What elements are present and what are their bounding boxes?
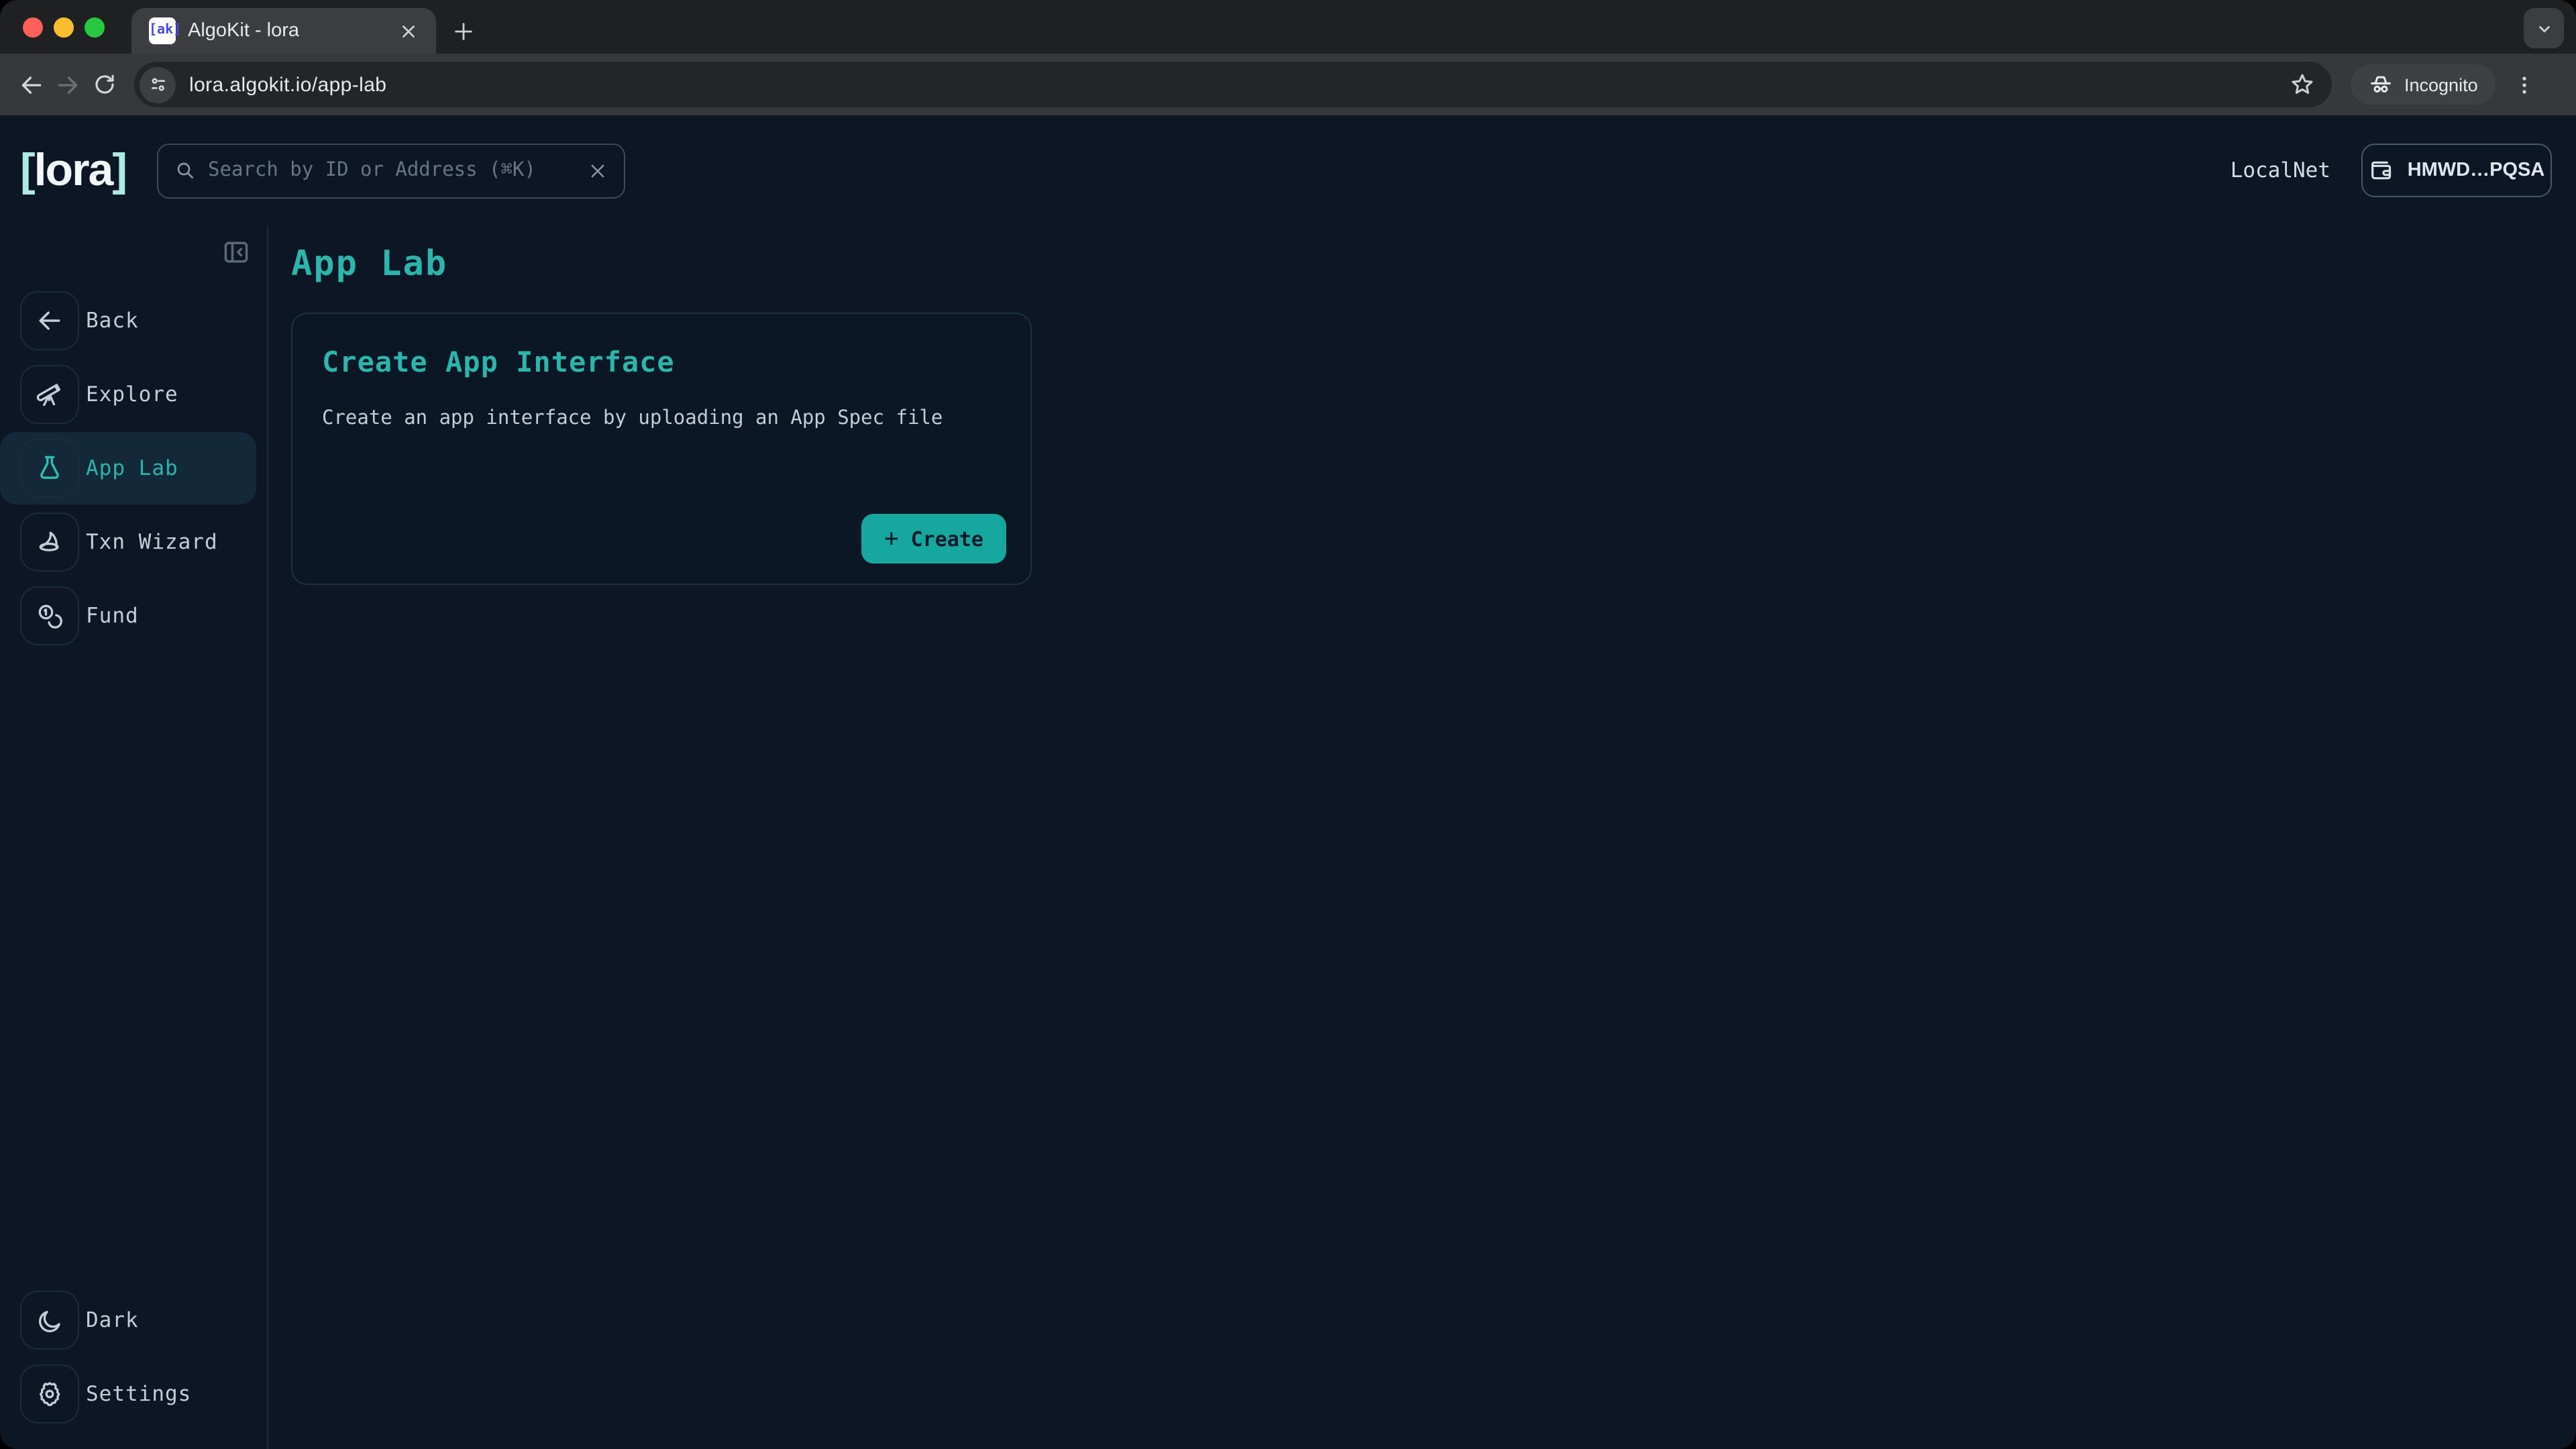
plus-icon: + bbox=[884, 525, 899, 553]
page-title: App Lab bbox=[291, 244, 2576, 284]
search-clear-icon[interactable] bbox=[588, 160, 608, 180]
sidebar-item-label: Fund bbox=[86, 604, 139, 628]
sidebar-item-label: Dark bbox=[86, 1308, 139, 1332]
card-description: Create an app interface by uploading an … bbox=[322, 408, 1001, 429]
coins-icon bbox=[35, 601, 64, 631]
wallet-address: HMWD…PQSA bbox=[2408, 160, 2545, 181]
browser-menu-icon[interactable] bbox=[2506, 66, 2544, 103]
back-nav-icon[interactable] bbox=[13, 66, 50, 103]
telescope-icon bbox=[35, 380, 64, 409]
tab-title: AlgoKit - lora bbox=[188, 20, 381, 42]
lora-logo[interactable]: [lora] bbox=[20, 148, 126, 193]
lora-app: [lora] LocalNet HMWD…PQSA bbox=[0, 115, 2576, 1449]
traffic-lights bbox=[23, 17, 105, 38]
sidebar-item-label: Back bbox=[86, 309, 139, 333]
minimize-window-button[interactable] bbox=[54, 17, 74, 38]
wallet-icon bbox=[2369, 157, 2396, 184]
incognito-icon bbox=[2368, 72, 2394, 97]
wizard-hat-icon bbox=[35, 527, 64, 557]
sidebar-item-explore[interactable]: Explore bbox=[0, 358, 267, 431]
app-header: [lora] LocalNet HMWD…PQSA bbox=[0, 115, 2576, 225]
sidebar-item-back[interactable]: Back bbox=[0, 284, 267, 357]
sidebar-item-label: App Lab bbox=[86, 456, 178, 480]
flask-icon bbox=[35, 453, 64, 483]
sidebar-item-txn-wizard[interactable]: Txn Wizard bbox=[0, 506, 267, 578]
create-app-interface-card: Create App Interface Create an app inter… bbox=[291, 313, 1032, 585]
search-input[interactable] bbox=[208, 160, 576, 181]
arrow-left-icon bbox=[35, 306, 64, 335]
sidebar: Back Explore bbox=[0, 225, 268, 1449]
reload-icon[interactable] bbox=[86, 66, 122, 103]
create-button[interactable]: + Create bbox=[861, 514, 1006, 564]
network-selector[interactable]: LocalNet bbox=[2231, 158, 2330, 182]
global-search[interactable] bbox=[157, 143, 625, 198]
incognito-badge: Incognito bbox=[2351, 64, 2496, 105]
card-title: Create App Interface bbox=[322, 346, 1001, 378]
site-settings-icon[interactable] bbox=[140, 66, 176, 103]
new-tab-button[interactable] bbox=[445, 13, 482, 50]
main-content: App Lab Create App Interface Create an a… bbox=[268, 225, 2576, 1449]
sidebar-item-label: Explore bbox=[86, 382, 178, 407]
sidebar-item-theme-toggle[interactable]: Dark bbox=[0, 1284, 267, 1356]
sidebar-item-label: Txn Wizard bbox=[86, 530, 218, 554]
tab-strip: [ak] AlgoKit - lora bbox=[0, 0, 2576, 54]
sidebar-item-fund[interactable]: Fund bbox=[0, 580, 267, 652]
gear-icon bbox=[35, 1379, 64, 1409]
bookmark-star-icon[interactable] bbox=[2289, 71, 2316, 98]
browser-window: [ak] AlgoKit - lora lora.algokit.io/a bbox=[0, 0, 2576, 1449]
zoom-window-button[interactable] bbox=[85, 17, 105, 38]
browser-tab[interactable]: [ak] AlgoKit - lora bbox=[131, 8, 436, 54]
sidebar-item-settings[interactable]: Settings bbox=[0, 1358, 267, 1430]
url-text[interactable]: lora.algokit.io/app-lab bbox=[189, 73, 386, 96]
moon-icon bbox=[36, 1306, 64, 1334]
tab-close-icon[interactable] bbox=[393, 16, 423, 46]
sidebar-footer: Dark Settings bbox=[0, 1284, 267, 1449]
tab-overview-chevron-icon[interactable] bbox=[2524, 8, 2564, 48]
sidebar-nav: Back Explore bbox=[0, 284, 267, 652]
forward-nav-icon[interactable] bbox=[50, 66, 86, 103]
wallet-button[interactable]: HMWD…PQSA bbox=[2361, 144, 2552, 197]
close-window-button[interactable] bbox=[23, 17, 43, 38]
sidebar-item-label: Settings bbox=[86, 1382, 191, 1406]
address-bar[interactable]: lora.algokit.io/app-lab bbox=[134, 62, 2332, 107]
browser-toolbar: lora.algokit.io/app-lab Incognito bbox=[0, 54, 2576, 115]
incognito-label: Incognito bbox=[2404, 74, 2478, 95]
sidebar-collapse-icon[interactable] bbox=[219, 235, 254, 270]
search-icon bbox=[174, 160, 196, 181]
sidebar-item-app-lab[interactable]: App Lab bbox=[0, 432, 256, 504]
tab-favicon: [ak] bbox=[149, 17, 176, 44]
